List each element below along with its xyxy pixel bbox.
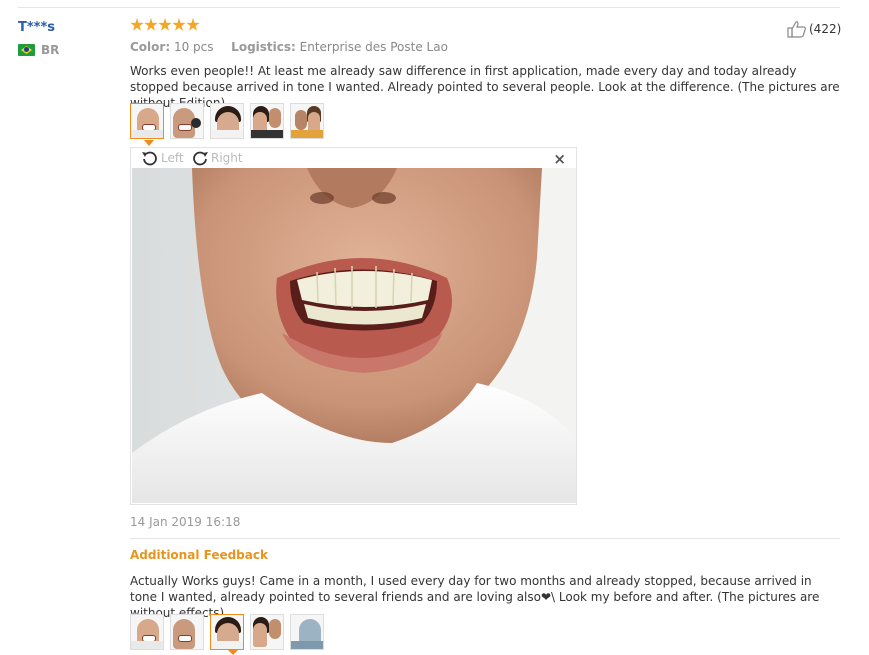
logistics-label: Logistics: bbox=[231, 40, 296, 54]
feedback-photo-thumbnail[interactable] bbox=[250, 614, 284, 650]
star-icon bbox=[158, 18, 172, 31]
color-label: Color: bbox=[130, 40, 171, 54]
feedback-photo-strip bbox=[130, 614, 324, 650]
photo-viewer: Left Right × bbox=[130, 147, 577, 505]
star-icon bbox=[186, 18, 200, 31]
additional-feedback-title: Additional Feedback bbox=[130, 548, 268, 562]
review-attributes: Color: 10 pcs Logistics: Enterprise des … bbox=[130, 40, 448, 54]
teeth-photo-image bbox=[132, 168, 576, 503]
top-divider bbox=[18, 7, 840, 8]
helpful-button[interactable]: (422) bbox=[787, 20, 841, 38]
feedback-photo-thumbnail[interactable] bbox=[170, 614, 204, 650]
rotate-right-button[interactable]: Right bbox=[191, 150, 243, 166]
review-date: 14 Jan 2019 16:18 bbox=[130, 515, 241, 529]
star-rating bbox=[130, 18, 200, 34]
feedback-photo-thumbnail[interactable] bbox=[290, 614, 324, 650]
active-thumbnail-arrow bbox=[228, 650, 238, 655]
color-value: 10 pcs bbox=[173, 40, 214, 54]
rotate-left-icon bbox=[142, 151, 157, 166]
review-photo-thumbnail[interactable] bbox=[130, 103, 164, 139]
rotate-right-label: Right bbox=[211, 151, 243, 165]
star-icon bbox=[130, 18, 144, 31]
review-photo-strip bbox=[130, 103, 324, 139]
feedback-photo-thumbnail[interactable] bbox=[130, 614, 164, 650]
active-thumbnail-arrow bbox=[144, 140, 154, 146]
thumbs-up-icon bbox=[787, 21, 806, 38]
feedback-photo-thumbnail[interactable] bbox=[210, 614, 244, 650]
rotate-left-button[interactable]: Left bbox=[141, 150, 184, 166]
feedback-divider bbox=[130, 538, 840, 539]
rotate-right-icon bbox=[193, 151, 208, 166]
logistics-value: Enterprise des Poste Lao bbox=[299, 40, 448, 54]
review-photo-large bbox=[132, 168, 576, 503]
star-icon bbox=[144, 18, 158, 31]
review-photo-thumbnail[interactable] bbox=[170, 103, 204, 139]
viewer-toolbar: Left Right × bbox=[131, 148, 576, 168]
review-photo-thumbnail[interactable] bbox=[210, 103, 244, 139]
reviewer-country: BR bbox=[41, 43, 60, 57]
review-photo-thumbnail[interactable] bbox=[290, 103, 324, 139]
review-photo-thumbnail[interactable] bbox=[250, 103, 284, 139]
brazil-flag-icon bbox=[18, 44, 35, 56]
close-viewer-button[interactable]: × bbox=[553, 150, 566, 168]
rotate-left-label: Left bbox=[161, 151, 184, 165]
star-icon bbox=[172, 18, 186, 31]
reviewer-name[interactable]: T***s bbox=[18, 20, 55, 35]
helpful-count: (422) bbox=[809, 22, 842, 36]
